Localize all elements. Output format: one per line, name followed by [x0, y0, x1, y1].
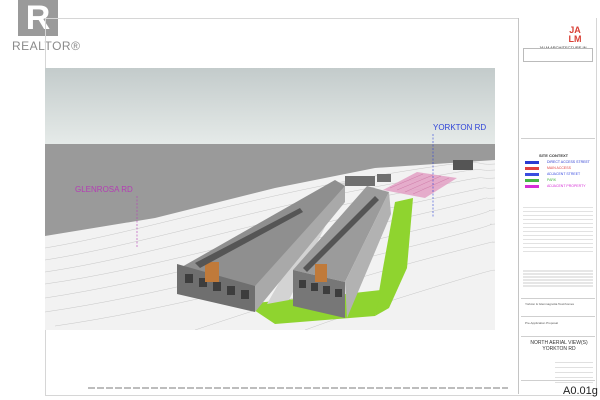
site-context-legend: DIRECT ACCESS STREET MAIN ACCESS ADJACEN…	[523, 159, 593, 189]
legend-item: ADJACENT PROPERTY	[523, 183, 593, 189]
street-label-yorkton: YORKTON RD	[433, 123, 486, 132]
sheet-footnote	[88, 387, 508, 389]
legend-label: ADJACENT PROPERTY	[547, 184, 586, 188]
firm-logo-line-2: LM	[568, 34, 582, 44]
divider	[521, 336, 595, 337]
divider	[521, 316, 595, 317]
legend-swatch	[525, 173, 539, 176]
sheet-title: NORTH AERIAL VIEW(S) YORKTON RD	[530, 340, 588, 352]
sheet-number: A0.01g	[563, 385, 598, 397]
firm-logo: JA LM	[566, 26, 584, 44]
revision-table	[523, 204, 593, 252]
notes-block	[523, 270, 593, 292]
applicant-note: Pre-Application Proposal	[525, 321, 559, 325]
site-context-title: SITE CONTEXT	[539, 153, 569, 158]
legend-swatch	[525, 185, 539, 188]
legend-swatch	[525, 167, 539, 170]
divider	[521, 380, 595, 381]
legend-swatch	[525, 179, 539, 182]
aerial-render: GLENROSA RD YORKTON RD	[45, 68, 495, 330]
title-block: JA LM JALM ARCHITECTURE IN SITE CONTEXT …	[518, 18, 598, 397]
revision-box	[523, 48, 593, 62]
sky	[45, 68, 495, 148]
street-label-glenrosa: GLENROSA RD	[75, 185, 133, 194]
divider	[521, 298, 595, 299]
divider	[521, 138, 595, 139]
project-name: Yorkton & Glenmagnolia Townhomes	[525, 302, 575, 306]
legend-swatch	[525, 161, 539, 164]
